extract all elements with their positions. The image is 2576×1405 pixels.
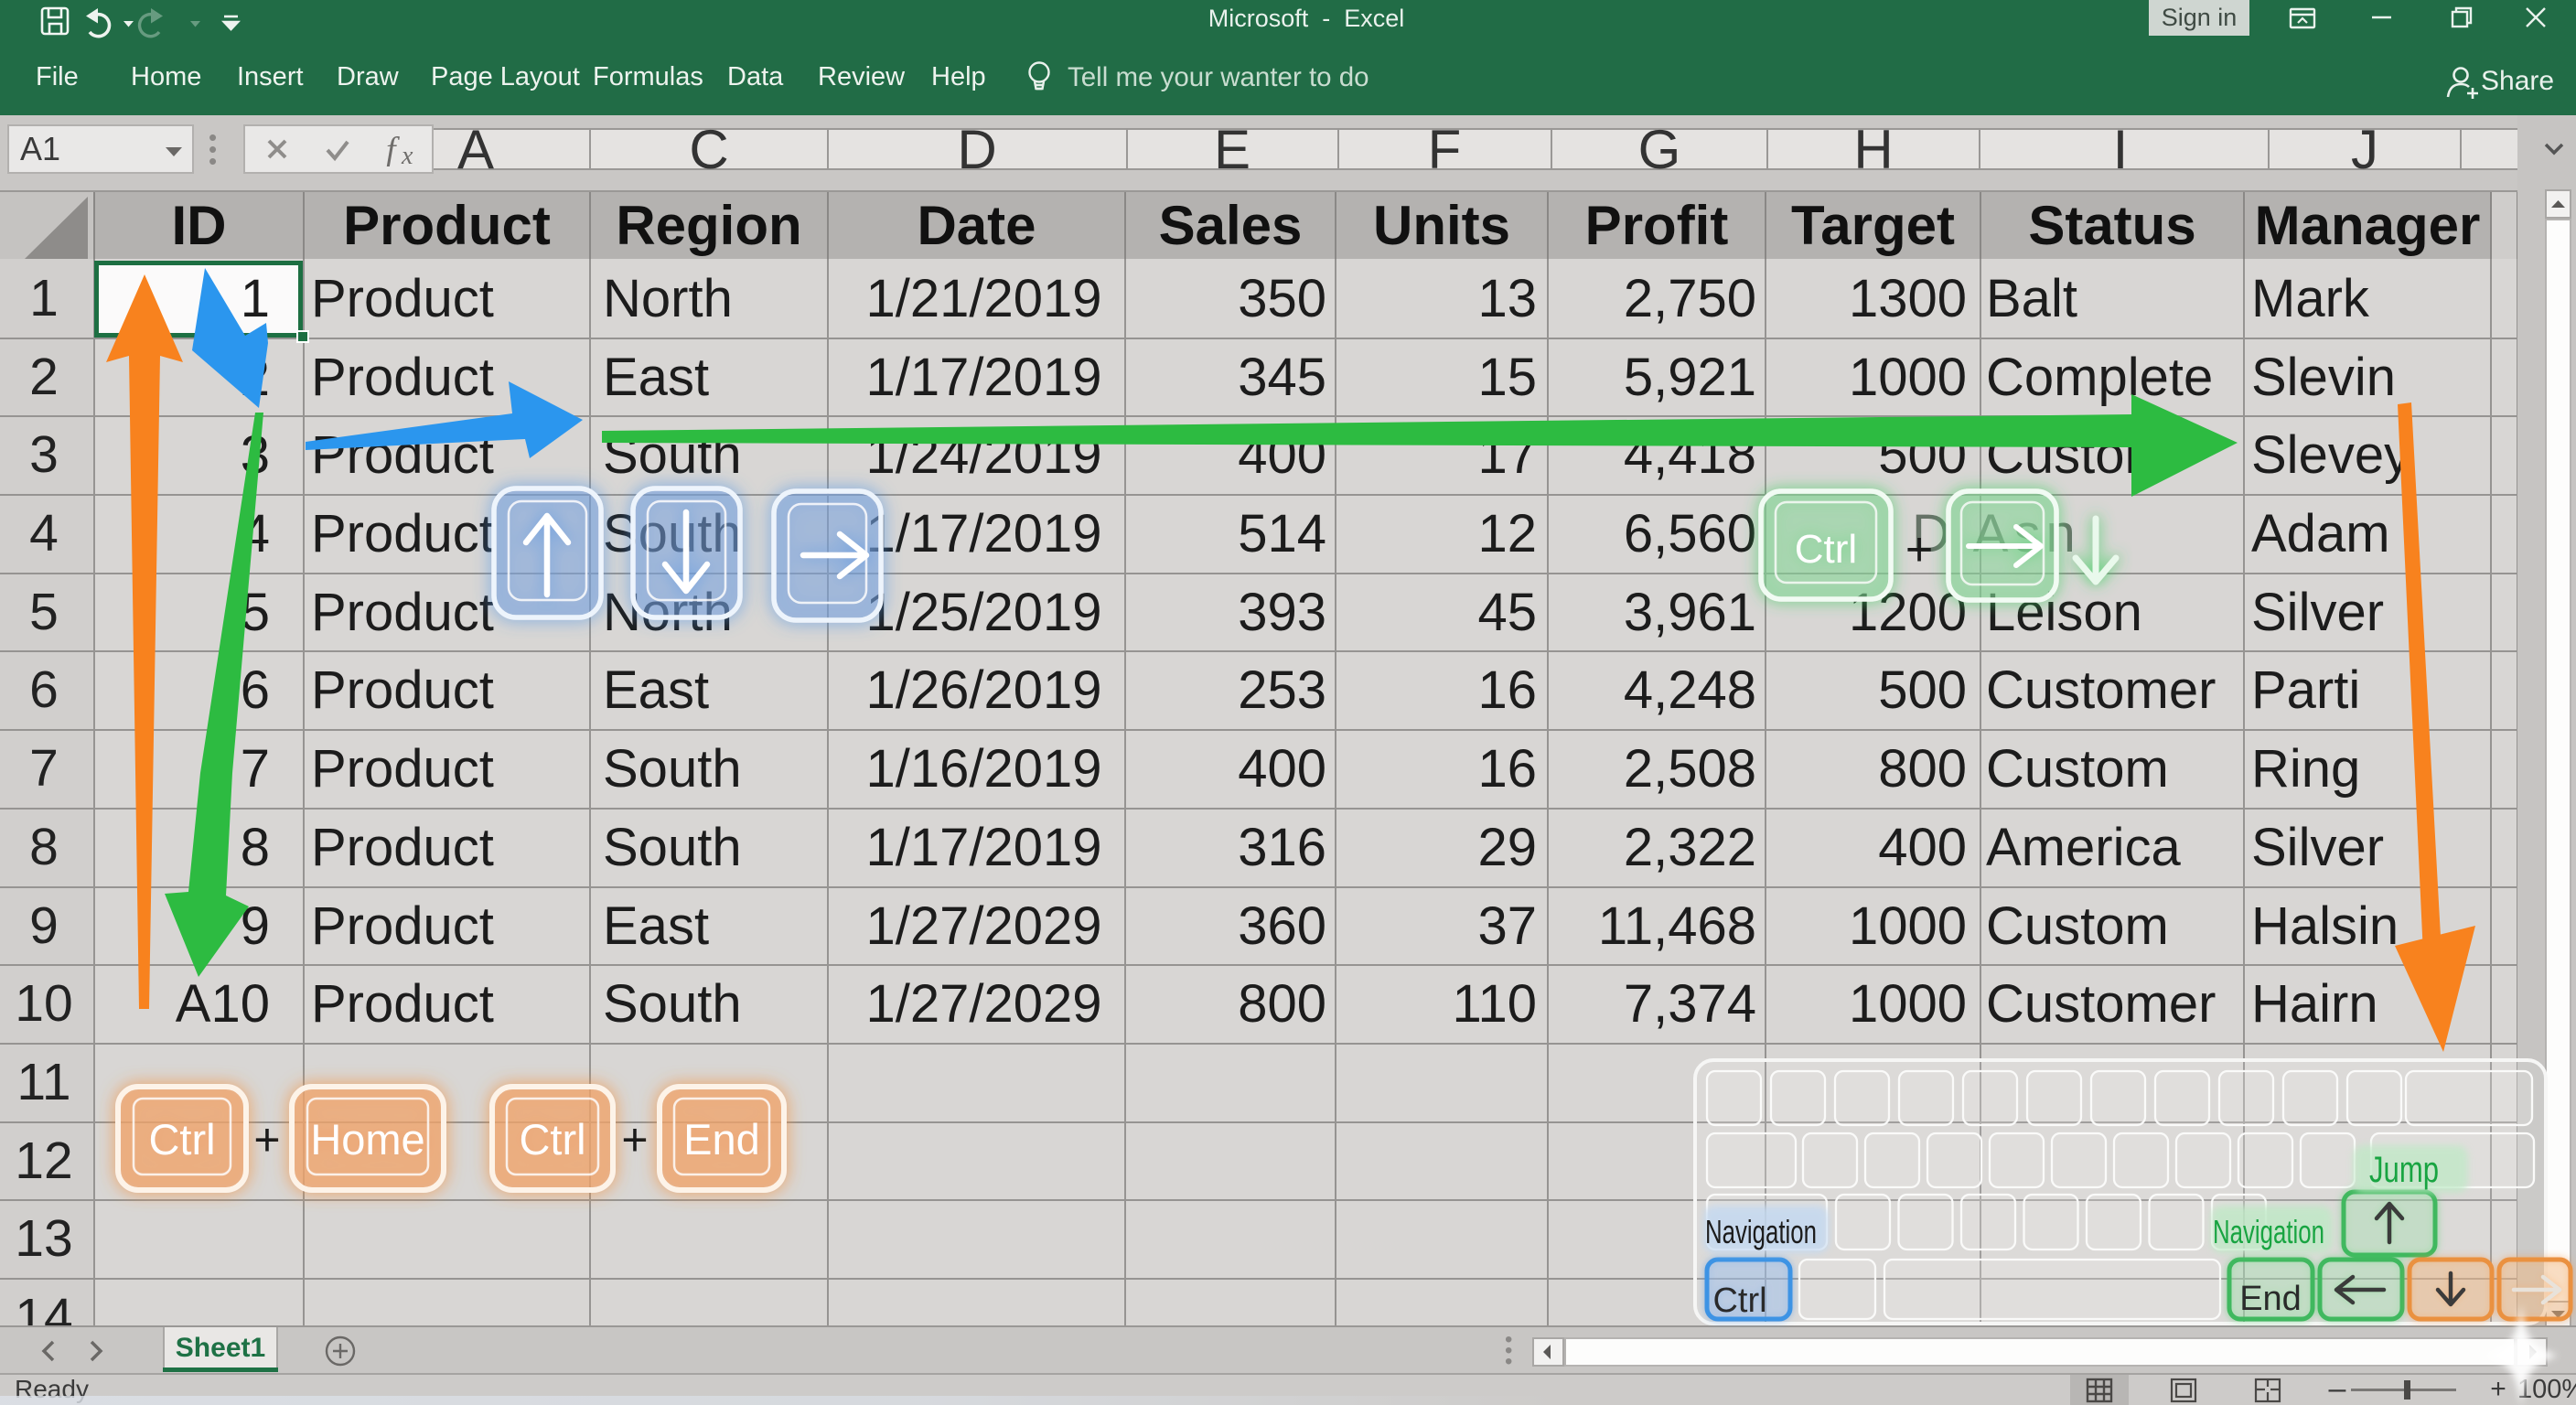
svg-text:+: +: [253, 1114, 280, 1165]
svg-text:Jump: Jump: [2369, 1150, 2439, 1190]
svg-text:Ctrl: Ctrl: [519, 1115, 585, 1164]
svg-text:Ctrl: Ctrl: [1795, 527, 1857, 572]
svg-text:Ctrl: Ctrl: [1712, 1282, 1766, 1320]
svg-text:Navigation: Navigation: [1705, 1213, 1817, 1250]
svg-text:End: End: [683, 1115, 760, 1164]
svg-text:+: +: [1905, 523, 1933, 576]
svg-text:Ctrl: Ctrl: [148, 1115, 215, 1164]
svg-text:+: +: [621, 1114, 648, 1165]
svg-text:Navigation: Navigation: [2213, 1213, 2324, 1250]
svg-text:End: End: [2239, 1280, 2302, 1318]
svg-text:Home: Home: [310, 1115, 424, 1164]
